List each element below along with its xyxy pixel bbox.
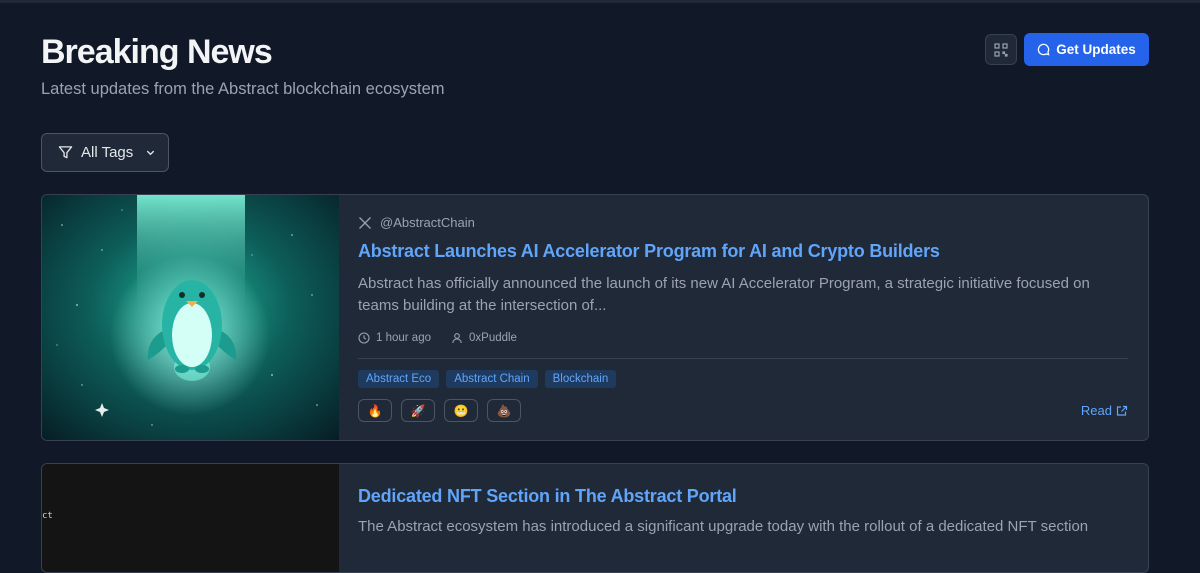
qr-code-button[interactable] bbox=[985, 34, 1017, 65]
grimace-emoji-icon: 😬 bbox=[453, 403, 469, 418]
article-time: 1 hour ago bbox=[376, 332, 431, 344]
page-subtitle: Latest updates from the Abstract blockch… bbox=[41, 80, 445, 98]
top-border bbox=[0, 0, 1200, 3]
fire-emoji-icon: 🔥 bbox=[367, 403, 383, 418]
news-page: Breaking News Latest updates from the Ab… bbox=[0, 0, 1200, 573]
filter-icon bbox=[58, 146, 73, 159]
tag-filter-dropdown[interactable]: All Tags bbox=[41, 133, 169, 172]
read-label: Read bbox=[1080, 403, 1112, 418]
news-card[interactable]: ct Dedicated NFT Section in The Abstract… bbox=[41, 463, 1149, 573]
tag-filter-label: All Tags bbox=[81, 144, 134, 161]
article-summary: Abstract has officially announced the la… bbox=[358, 275, 1090, 314]
reaction-rocket-button[interactable]: 🚀 bbox=[401, 399, 435, 422]
article-content: @AbstractChain Abstract Launches AI Acce… bbox=[358, 195, 1128, 440]
card-divider bbox=[358, 358, 1128, 359]
rocket-emoji-icon: 🚀 bbox=[410, 403, 426, 418]
tag-blockchain[interactable]: Blockchain bbox=[544, 370, 617, 388]
article-title[interactable]: Dedicated NFT Section in The Abstract Po… bbox=[358, 486, 737, 507]
article-author: 0xPuddle bbox=[469, 332, 517, 344]
clock-icon bbox=[358, 332, 370, 344]
penguin-mascot-image bbox=[42, 195, 339, 440]
poop-emoji-icon: 💩 bbox=[496, 403, 512, 418]
article-tags: Abstract Eco Abstract Chain Blockchain bbox=[358, 370, 617, 388]
reaction-poop-button[interactable]: 💩 bbox=[487, 399, 521, 422]
get-updates-label: Get Updates bbox=[1056, 42, 1136, 57]
source-handle: @AbstractChain bbox=[380, 215, 475, 230]
chevron-down-icon bbox=[147, 150, 155, 156]
article-title[interactable]: Abstract Launches AI Accelerator Program… bbox=[358, 241, 940, 262]
x-logo-icon bbox=[359, 216, 371, 229]
article-content: Dedicated NFT Section in The Abstract Po… bbox=[358, 464, 1128, 572]
news-card[interactable]: @AbstractChain Abstract Launches AI Acce… bbox=[41, 194, 1149, 441]
external-link-icon bbox=[1116, 405, 1128, 416]
article-summary: The Abstract ecosystem has introduced a … bbox=[358, 518, 1089, 535]
article-thumbnail[interactable] bbox=[42, 195, 339, 440]
article-meta: 1 hour ago 0xPuddle bbox=[358, 332, 517, 344]
article-thumbnail[interactable]: ct bbox=[42, 464, 339, 572]
thumbnail-text: ct bbox=[42, 511, 53, 521]
qr-code-icon bbox=[994, 42, 1008, 57]
reaction-bar: 🔥 🚀 😬 💩 bbox=[358, 399, 521, 422]
get-updates-button[interactable]: Get Updates bbox=[1024, 33, 1149, 66]
tag-abstract-chain[interactable]: Abstract Chain bbox=[446, 370, 538, 388]
article-source[interactable]: @AbstractChain bbox=[358, 215, 475, 230]
tag-abstract-eco[interactable]: Abstract Eco bbox=[358, 370, 440, 388]
read-link[interactable]: Read bbox=[1081, 403, 1128, 418]
reaction-grimace-button[interactable]: 😬 bbox=[444, 399, 478, 422]
reaction-fire-button[interactable]: 🔥 bbox=[358, 399, 392, 422]
chat-bubble-icon bbox=[1038, 43, 1050, 56]
user-icon bbox=[452, 333, 462, 344]
page-title: Breaking News bbox=[41, 33, 273, 71]
